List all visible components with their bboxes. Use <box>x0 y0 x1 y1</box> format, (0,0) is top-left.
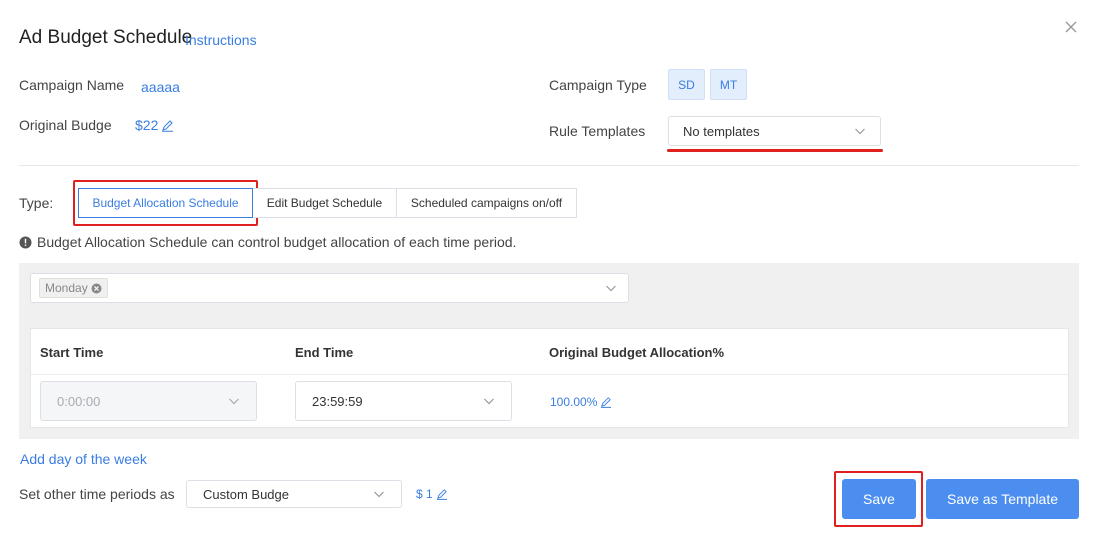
allocation-field[interactable]: 100.00% <box>550 395 612 409</box>
allocation-value: 100.00% <box>550 395 598 409</box>
dialog-title: Ad Budget Schedule <box>19 27 193 48</box>
campaign-type-label: Campaign Type <box>549 77 647 93</box>
save-button[interactable]: Save <box>842 479 916 519</box>
instructions-link[interactable]: Instructions <box>185 32 257 48</box>
day-selector[interactable]: Monday <box>30 273 629 303</box>
info-line: Budget Allocation Schedule can control b… <box>19 234 516 250</box>
edit-pencil-icon[interactable] <box>161 119 174 132</box>
rule-templates-label: Rule Templates <box>549 123 646 139</box>
end-time-value: 23:59:59 <box>312 393 363 409</box>
campaign-name-value: aaaaa <box>141 79 180 95</box>
add-day-link[interactable]: Add day of the week <box>20 451 147 467</box>
day-chip: Monday <box>39 278 108 298</box>
original-budget-field[interactable]: $22 <box>135 117 174 133</box>
campaign-name-label: Campaign Name <box>19 77 125 93</box>
table-header-divider <box>31 374 1068 375</box>
tab-budget-allocation-schedule[interactable]: Budget Allocation Schedule <box>78 188 253 218</box>
header-end-time: End Time <box>295 345 354 360</box>
rule-templates-value: No templates <box>683 123 760 139</box>
original-budget-value: $22 <box>135 117 159 133</box>
start-time-select[interactable]: 0:00:00 <box>40 381 257 421</box>
day-chip-label: Monday <box>45 281 88 295</box>
other-periods-label: Set other time periods as <box>19 486 175 502</box>
chevron-down-icon <box>484 398 494 405</box>
start-time-value: 0:00:00 <box>57 393 101 409</box>
tab-edit-budget-schedule[interactable]: Edit Budget Schedule <box>252 188 397 218</box>
campaign-type-mt[interactable]: MT <box>710 69 747 100</box>
edit-pencil-icon[interactable] <box>600 396 612 408</box>
other-periods-select-value: Custom Budge <box>203 486 289 502</box>
chevron-down-icon <box>855 128 865 135</box>
header-start-time: Start Time <box>40 345 104 360</box>
section-divider <box>19 165 1079 166</box>
end-time-select[interactable]: 23:59:59 <box>295 381 512 421</box>
edit-pencil-icon[interactable] <box>436 488 448 500</box>
save-as-template-button[interactable]: Save as Template <box>926 479 1079 519</box>
other-periods-value: $ 1 <box>416 487 433 501</box>
chevron-down-icon <box>229 398 239 405</box>
highlight-underline <box>667 149 883 152</box>
info-icon <box>19 236 32 248</box>
header-budget-allocation: Original Budget Allocation% <box>549 345 725 360</box>
info-text: Budget Allocation Schedule can control b… <box>37 234 517 250</box>
rule-templates-select[interactable]: No templates <box>668 116 881 146</box>
tab-scheduled-campaigns[interactable]: Scheduled campaigns on/off <box>396 188 577 218</box>
remove-chip-icon[interactable] <box>91 283 102 294</box>
other-periods-field[interactable]: $ 1 <box>416 487 448 501</box>
campaign-type-sd[interactable]: SD <box>668 69 705 100</box>
chevron-down-icon <box>606 285 616 292</box>
original-budget-label: Original Budge <box>19 117 112 133</box>
chevron-down-icon <box>374 491 384 498</box>
type-label: Type: <box>19 195 54 211</box>
close-icon[interactable] <box>1062 18 1080 36</box>
other-periods-select[interactable]: Custom Budge <box>186 480 402 508</box>
